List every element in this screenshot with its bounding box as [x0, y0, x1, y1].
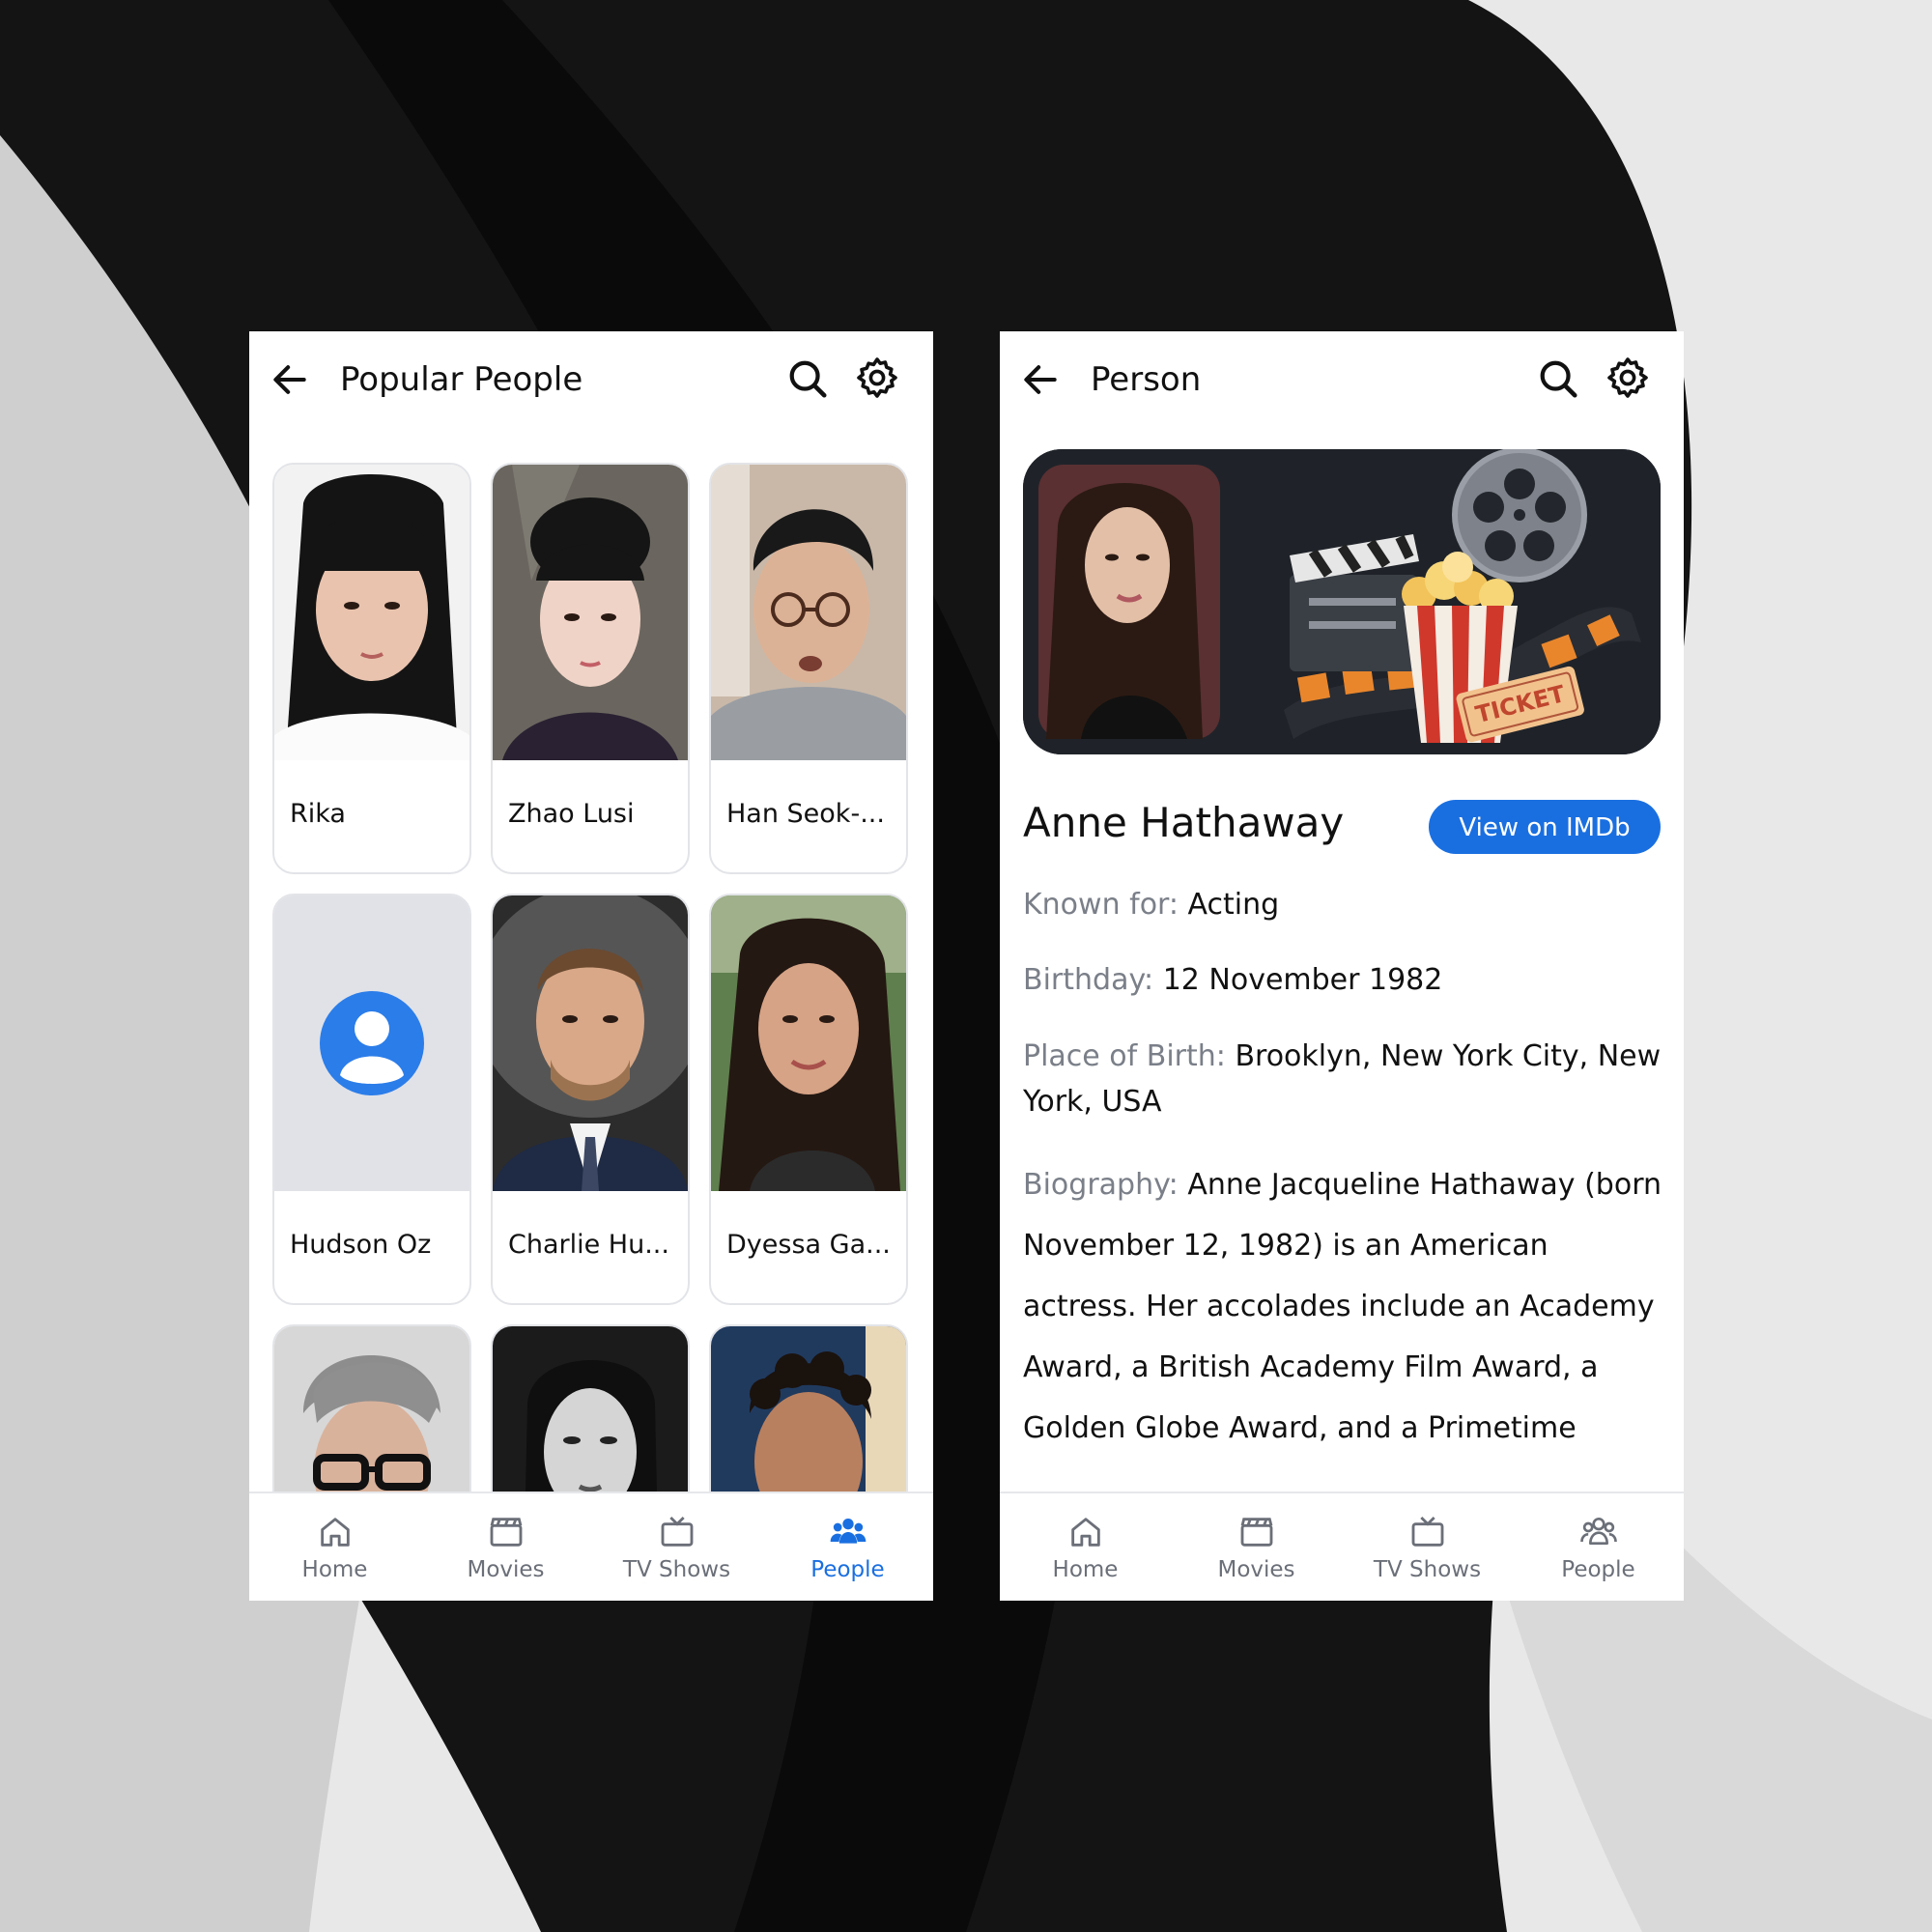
birthday-row: Birthday: 12 November 1982	[1023, 957, 1664, 1003]
person-name-heading: Anne Hathaway	[1023, 799, 1345, 846]
people-grid: Rika Zhao Lusi Han Seok-... Hudson Oz Ch…	[272, 463, 910, 1601]
person-card[interactable]: Charlie Hu...	[491, 894, 690, 1305]
known-for-value: Acting	[1187, 888, 1280, 922]
people-icon-filled	[830, 1519, 867, 1544]
birthday-value: 12 November 1982	[1162, 963, 1443, 997]
nav-tv-label: TV Shows	[622, 1557, 731, 1582]
biography-row: Biography: Anne Jacqueline Hathaway (bor…	[1023, 1154, 1664, 1459]
nav-people[interactable]: People	[762, 1493, 933, 1601]
person-name: Charlie Hu...	[508, 1230, 669, 1260]
person-name: Zhao Lusi	[508, 799, 635, 829]
person-detail-screen: Person TICKET Anne Hathaway View on IMDb…	[1000, 331, 1684, 1601]
clapperboard-icon	[490, 1518, 523, 1547]
person-card[interactable]: Zhao Lusi	[491, 463, 690, 874]
page-title: Person	[1091, 360, 1202, 399]
profile-photo	[1038, 465, 1220, 739]
biography-text: Anne Jacqueline Hathaway (born November …	[1023, 1168, 1662, 1445]
nav-home-label: Home	[301, 1557, 368, 1582]
clapperboard-icon	[1240, 1518, 1273, 1547]
nav-tv-label: TV Shows	[1373, 1557, 1482, 1582]
person-name: Hudson Oz	[290, 1230, 432, 1260]
person-name: Rika	[290, 799, 346, 829]
nav-tv-shows[interactable]: TV Shows	[1342, 1493, 1513, 1601]
person-photo	[493, 465, 688, 760]
person-photo	[274, 465, 469, 760]
known-for-label: Known for:	[1023, 888, 1179, 922]
gear-icon[interactable]	[1605, 355, 1651, 401]
gear-icon[interactable]	[854, 355, 900, 401]
person-photo	[493, 895, 688, 1191]
person-photo	[711, 895, 906, 1191]
nav-people[interactable]: People	[1513, 1493, 1684, 1601]
bottom-navigation: Home Movies TV Shows People	[249, 1492, 933, 1601]
person-card[interactable]: Dyessa Ga...	[709, 894, 908, 1305]
person-photo	[711, 465, 906, 760]
nav-home-label: Home	[1052, 1557, 1119, 1582]
page-title: Popular People	[340, 360, 583, 399]
nav-home[interactable]: Home	[249, 1493, 420, 1601]
nav-tv-shows[interactable]: TV Shows	[591, 1493, 762, 1601]
known-for-row: Known for: Acting	[1023, 882, 1664, 927]
back-arrow-icon[interactable]	[1019, 358, 1062, 401]
place-of-birth-label: Place of Birth:	[1023, 1039, 1226, 1073]
tv-icon	[661, 1516, 694, 1547]
nav-movies[interactable]: Movies	[1171, 1493, 1342, 1601]
bottom-navigation: Home Movies TV Shows People	[1000, 1492, 1684, 1601]
person-hero-banner: TICKET	[1023, 449, 1661, 754]
person-card[interactable]: Rika	[272, 463, 471, 874]
search-icon[interactable]	[1536, 356, 1580, 401]
search-icon[interactable]	[785, 356, 830, 401]
popular-people-screen: Popular People Rika Zhao Lusi Han Seok-.…	[249, 331, 933, 1601]
biography-label: Biography:	[1023, 1168, 1179, 1202]
person-card[interactable]: Hudson Oz	[272, 894, 471, 1305]
top-app-bar: Popular People	[249, 331, 933, 428]
back-arrow-icon[interactable]	[269, 358, 311, 401]
nav-people-label: People	[810, 1557, 885, 1582]
person-name: Han Seok-...	[726, 799, 885, 829]
home-icon	[1071, 1518, 1100, 1547]
birthday-label: Birthday:	[1023, 963, 1154, 997]
place-of-birth-row: Place of Birth: Brooklyn, New York City,…	[1023, 1034, 1664, 1124]
person-name: Dyessa Ga...	[726, 1230, 891, 1260]
person-card[interactable]: Han Seok-...	[709, 463, 908, 874]
nav-movies[interactable]: Movies	[420, 1493, 591, 1601]
tv-icon	[1411, 1516, 1444, 1547]
nav-movies-label: Movies	[1217, 1557, 1295, 1582]
view-on-imdb-button[interactable]: View on IMDb	[1429, 800, 1661, 854]
nav-people-label: People	[1561, 1557, 1635, 1582]
home-icon	[321, 1518, 350, 1547]
people-icon	[1580, 1517, 1617, 1545]
person-photo-placeholder	[274, 895, 469, 1191]
nav-home[interactable]: Home	[1000, 1493, 1171, 1601]
top-app-bar: Person	[1000, 331, 1684, 428]
nav-movies-label: Movies	[467, 1557, 545, 1582]
